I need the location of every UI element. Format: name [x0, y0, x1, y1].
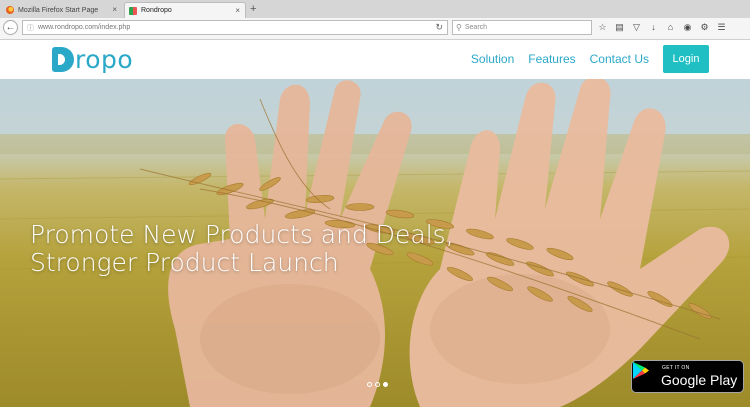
badge-big-text: Google Play [661, 372, 738, 388]
hero-banner: Promote New Products and Deals, Stronger… [0, 79, 750, 407]
logo-text: ropo [75, 44, 134, 74]
site-header: ropo Solution Features Contact Us Login [0, 40, 750, 79]
logo-d-icon [52, 46, 74, 72]
carousel-dot-active[interactable] [383, 382, 388, 387]
search-input[interactable]: ⚲ Search [452, 20, 592, 35]
nav-link-solution[interactable]: Solution [471, 45, 514, 73]
tab-firefox-start[interactable]: Mozilla Firefox Start Page × [2, 2, 122, 18]
close-icon[interactable]: × [112, 5, 117, 14]
tab-title: Rondropo [141, 7, 172, 14]
firefox-icon [6, 6, 14, 14]
hero-headline: Promote New Products and Deals, Stronger… [30, 221, 454, 277]
site-logo[interactable]: ropo [52, 44, 134, 74]
carousel-dot[interactable] [375, 382, 380, 387]
pocket-icon[interactable]: ▽ [630, 21, 643, 34]
star-icon[interactable]: ☆ [596, 21, 609, 34]
back-arrow-icon[interactable]: ← [3, 20, 18, 35]
url-bar[interactable]: ⓘ www.rondropo.com/index.php ↻ [22, 20, 448, 35]
login-button[interactable]: Login [663, 45, 709, 73]
tab-title: Mozilla Firefox Start Page [18, 6, 99, 14]
reading-list-icon[interactable]: ▤ [613, 21, 626, 34]
download-icon[interactable]: ↓ [647, 21, 660, 34]
carousel-dot[interactable] [367, 382, 372, 387]
tab-rondropo[interactable]: Rondropo × [124, 2, 246, 18]
home-icon[interactable]: ⌂ [664, 21, 677, 34]
google-play-icon [633, 362, 649, 379]
google-play-badge[interactable]: GET IT ON Google Play [631, 360, 744, 393]
hero-headline-line-1: Promote New Products and Deals, [30, 220, 454, 249]
browser-navigation-bar: ← ⓘ www.rondropo.com/index.php ↻ ⚲ Searc… [0, 18, 750, 40]
close-icon[interactable]: × [235, 6, 240, 15]
nav-link-contact-us[interactable]: Contact Us [590, 45, 649, 73]
url-text: www.rondropo.com/index.php [38, 24, 131, 31]
chat-icon[interactable]: ◉ [681, 21, 694, 34]
carousel-indicators [367, 382, 388, 387]
nav-link-features[interactable]: Features [528, 45, 575, 73]
search-icon: ⚲ [456, 23, 462, 32]
toolbar-icons: ☆ ▤ ▽ ↓ ⌂ ◉ ⚙ ☰ [596, 21, 728, 34]
search-placeholder: Search [464, 24, 488, 31]
extension-icon[interactable]: ⚙ [698, 21, 711, 34]
site-favicon-icon [129, 6, 137, 15]
browser-tab-bar: Mozilla Firefox Start Page × Rondropo × … [0, 0, 750, 19]
hero-headline-line-2: Stronger Product Launch [30, 248, 339, 277]
new-tab-button[interactable]: + [250, 2, 256, 16]
info-icon[interactable]: ⓘ [27, 23, 34, 33]
main-nav: Solution Features Contact Us Login [471, 45, 709, 73]
menu-icon[interactable]: ☰ [715, 21, 728, 34]
badge-small-text: GET IT ON [662, 365, 690, 371]
reload-icon[interactable]: ↻ [435, 22, 443, 33]
